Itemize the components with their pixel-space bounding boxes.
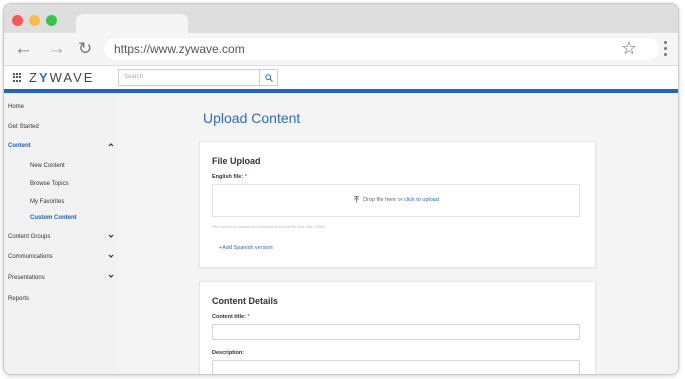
zywave-logo[interactable]: ZYWAVE: [29, 69, 94, 86]
browser-toolbar: ← → ↻ https://www.zywave.com ☆: [4, 33, 678, 66]
chevron-up-icon[interactable]: [108, 142, 114, 148]
sidebar: Home Get Started Content New Content Bro…: [4, 93, 119, 374]
close-window-button[interactable]: [12, 15, 23, 26]
browser-window: ← → ↻ https://www.zywave.com ☆ ZYWAVE Se…: [3, 3, 679, 375]
sidebar-item-presentations[interactable]: Presentations: [8, 274, 45, 282]
sidebar-item-content[interactable]: Content: [8, 142, 31, 150]
app-grid-icon[interactable]: [13, 73, 22, 82]
maximize-window-button[interactable]: [46, 15, 57, 26]
file-dropzone[interactable]: Drop file here or click to upload: [212, 184, 580, 217]
click-to-upload-link[interactable]: click to upload: [404, 197, 439, 203]
search-icon: [265, 74, 273, 82]
sidebar-item-communications[interactable]: Communications: [8, 253, 53, 261]
sidebar-item-reports[interactable]: Reports: [8, 295, 29, 303]
file-hint: File cannot be password protected and mu…: [212, 224, 327, 229]
file-upload-title: File Upload: [212, 156, 261, 166]
content-details-title: Content Details: [212, 296, 279, 306]
content-details-card: Content Details Content title: * Descrip…: [199, 281, 596, 374]
add-spanish-version-link[interactable]: +Add Spanish version: [219, 245, 273, 252]
chevron-down-icon[interactable]: [108, 253, 114, 259]
sidebar-item-my-favorites[interactable]: My Favorites: [30, 198, 64, 206]
back-arrow-icon[interactable]: ←: [14, 38, 33, 60]
content-title-label: Content title: *: [212, 314, 250, 320]
file-upload-card: File Upload English file: * Drop file he…: [199, 141, 596, 268]
address-bar[interactable]: https://www.zywave.com: [104, 38, 659, 60]
required-mark: *: [244, 174, 247, 180]
upload-icon: [354, 196, 360, 203]
content-title-input[interactable]: [212, 324, 580, 340]
sidebar-item-get-started[interactable]: Get Started: [8, 123, 39, 131]
english-file-label: English file: *: [212, 174, 247, 180]
search-placeholder: Search: [124, 74, 144, 80]
app-header: ZYWAVE Search: [4, 66, 678, 89]
sidebar-item-content-groups[interactable]: Content Groups: [8, 233, 50, 241]
description-input[interactable]: [212, 360, 580, 374]
sidebar-item-home[interactable]: Home: [8, 103, 24, 111]
required-mark: *: [247, 314, 250, 320]
forward-arrow-icon[interactable]: →: [47, 38, 66, 60]
chevron-down-icon[interactable]: [108, 233, 114, 239]
tab-bar: [4, 4, 678, 36]
more-icon[interactable]: [664, 39, 668, 59]
description-label: Description:: [212, 350, 245, 356]
star-icon[interactable]: ☆: [621, 37, 637, 59]
sidebar-item-custom-content[interactable]: Custom Content: [30, 214, 77, 222]
chevron-down-icon[interactable]: [108, 273, 114, 279]
search-button[interactable]: [259, 69, 278, 86]
reload-icon[interactable]: ↻: [78, 38, 92, 60]
page-title: Upload Content: [203, 110, 301, 126]
sidebar-item-browse-topics[interactable]: Browse Topics: [30, 180, 69, 188]
url-text: https://www.zywave.com: [114, 42, 245, 56]
sidebar-item-new-content[interactable]: New Content: [30, 162, 65, 170]
drop-text: Drop file here or: [363, 197, 403, 203]
main-content: Upload Content File Upload English file:…: [119, 93, 678, 374]
search-input[interactable]: Search: [118, 69, 259, 86]
minimize-window-button[interactable]: [29, 15, 40, 26]
